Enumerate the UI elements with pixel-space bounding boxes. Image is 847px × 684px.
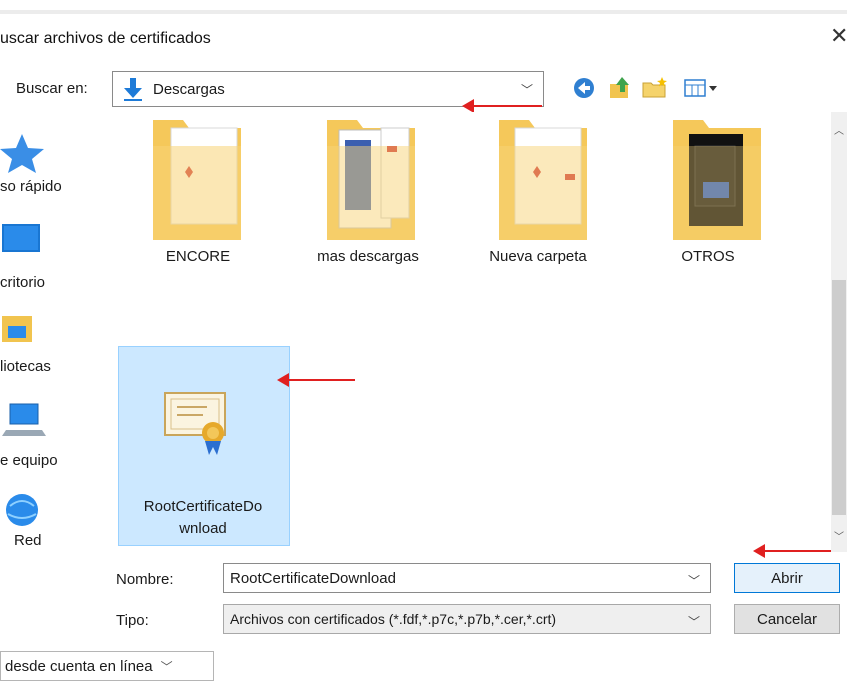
- list-item-folder-nueva-carpeta[interactable]: Nueva carpeta: [453, 112, 623, 272]
- file-name: mas descargas: [317, 248, 419, 265]
- scrollbar-thumb[interactable]: [832, 280, 846, 515]
- vertical-scrollbar[interactable]: ︿ ﹀: [831, 112, 847, 552]
- filetype-select[interactable]: Archivos con certificados (*.fdf,*.p7c,*…: [223, 604, 711, 634]
- folder-icon: [499, 120, 587, 240]
- filename-label: Nombre:: [116, 571, 174, 588]
- close-icon[interactable]: ✕: [830, 25, 847, 47]
- chevron-down-icon: ﹀: [160, 659, 173, 674]
- view-menu-icon[interactable]: [682, 74, 722, 102]
- filename-input[interactable]: RootCertificateDownload ﹀: [223, 563, 711, 593]
- network-icon: [6, 494, 38, 526]
- desktop-icon: [2, 224, 40, 252]
- filename-value: RootCertificateDownload: [230, 569, 396, 587]
- file-name: RootCertificateDo: [143, 498, 263, 515]
- file-list-pane[interactable]: ENCORE mas descargas Nueva carpeta OTROS…: [113, 112, 831, 552]
- dialog-title: uscar archivos de certificados: [0, 30, 211, 47]
- quick-access-star-icon: [0, 134, 44, 173]
- lookin-label: Buscar en:: [16, 80, 88, 97]
- up-folder-icon[interactable]: [606, 74, 634, 102]
- chevron-down-icon[interactable]: ﹀: [688, 613, 700, 630]
- filetype-value: Archivos con certificados (*.fdf,*.p7c,*…: [230, 611, 557, 627]
- list-item-certificate[interactable]: RootCertificateDo wnload: [113, 112, 293, 552]
- annotation-arrow-lookin: [462, 99, 542, 113]
- sidebar-item-label: liotecas: [0, 358, 51, 375]
- annotation-arrow-file: [277, 373, 355, 387]
- sidebar-item-label: e equipo: [0, 452, 58, 469]
- cancel-button[interactable]: Cancelar: [734, 604, 840, 634]
- annotation-arrow-open: [753, 544, 831, 558]
- certificate-icon: [164, 392, 226, 455]
- new-folder-icon[interactable]: [640, 74, 668, 102]
- list-item-folder-mas-descargas[interactable]: mas descargas: [283, 112, 453, 272]
- chevron-down-icon[interactable]: ﹀: [688, 572, 700, 589]
- folder-icon: [327, 120, 415, 240]
- sidebar-item-label: Red: [14, 532, 42, 549]
- window-top-strip: [0, 0, 847, 14]
- chevron-down-icon[interactable]: ﹀: [834, 528, 844, 543]
- back-icon[interactable]: [570, 74, 598, 102]
- chevron-down-icon: ﹀: [520, 83, 533, 97]
- file-name: Nueva carpeta: [489, 248, 587, 265]
- filetype-label: Tipo:: [116, 612, 149, 629]
- lookin-dropdown[interactable]: Descargas ﹀: [112, 71, 544, 107]
- lookin-value: Descargas: [153, 80, 225, 98]
- sidebar-item-label: so rápido: [0, 178, 62, 195]
- account-dropdown[interactable]: desde cuenta en línea ﹀: [0, 651, 214, 681]
- account-label: desde cuenta en línea: [5, 657, 153, 675]
- file-name-line2: wnload: [179, 520, 227, 537]
- list-item-folder-otros[interactable]: OTROS: [623, 112, 793, 272]
- file-name: OTROS: [681, 248, 735, 265]
- chevron-up-icon[interactable]: ︿: [834, 122, 844, 137]
- download-arrow-icon: [124, 78, 142, 101]
- sidebar-item-label: critorio: [0, 274, 46, 291]
- libraries-icon: [2, 316, 32, 342]
- open-button[interactable]: Abrir: [734, 563, 840, 593]
- folder-icon: [673, 120, 761, 240]
- sidebar: so rápido critorio liotecas e equipo Red: [0, 112, 112, 552]
- computer-icon: [2, 403, 46, 436]
